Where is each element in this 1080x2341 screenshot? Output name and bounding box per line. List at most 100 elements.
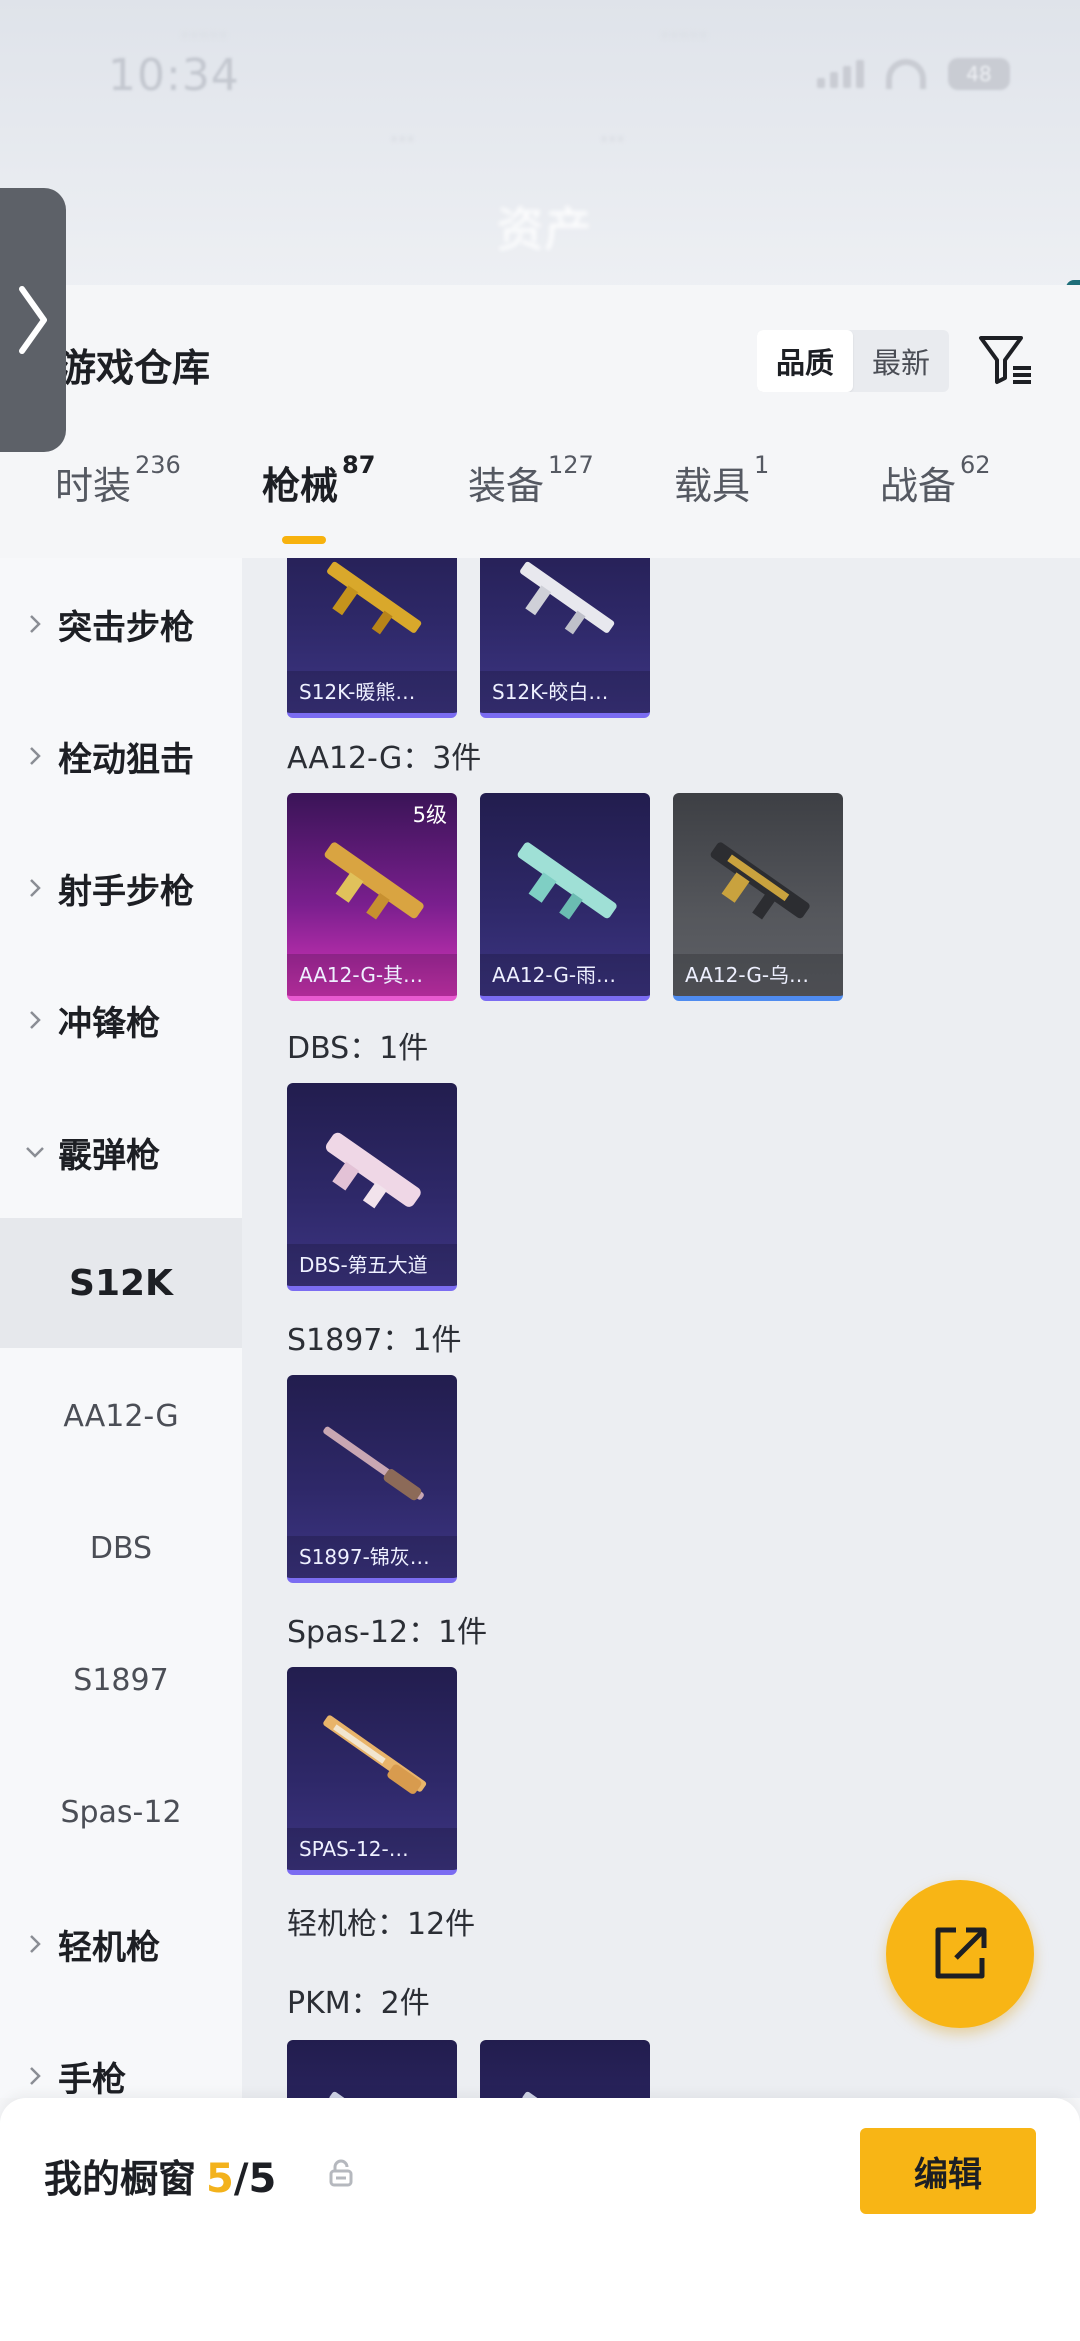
blurred-page-title: 资产	[496, 202, 593, 258]
item-card[interactable]: 5级 AA12-G-其…	[287, 793, 457, 1001]
item-list: S12K-暖熊… S12K-皎白… AA12-G：3件 5级 AA12-G-其……	[242, 558, 1080, 2098]
item-name: DBS-第五大道	[287, 1244, 457, 1286]
tab-label: 载具	[674, 464, 751, 508]
chevron-down-icon	[26, 1147, 44, 1158]
group-label: S1897：1件	[287, 1323, 462, 1358]
group-label: DBS：1件	[287, 1031, 429, 1066]
showcase-bar: 我的橱窗 5/5 编辑	[0, 2098, 1080, 2341]
edit-button[interactable]: 编辑	[860, 2128, 1036, 2214]
sidebar-subitem-aa12g[interactable]: AA12-G	[0, 1366, 242, 1466]
gun-image	[324, 842, 424, 920]
tab-vehicles[interactable]: 载具 1	[674, 451, 769, 545]
item-card[interactable]	[480, 2040, 650, 2098]
blurred-text: ···	[600, 125, 625, 155]
item-card[interactable]: S12K-暖熊…	[287, 558, 457, 718]
gun-image	[327, 561, 422, 635]
chevron-right-icon	[19, 286, 47, 354]
item-name: SPAS-12-…	[287, 1828, 457, 1870]
tab-label: 战备	[880, 464, 957, 508]
side-drawer-handle[interactable]	[0, 188, 66, 452]
tab-outfits[interactable]: 时装 236	[55, 451, 181, 545]
showcase-total: /5	[233, 2156, 277, 2202]
chevron-right-icon	[30, 2067, 41, 2085]
sidebar-item-label: 射手步枪	[58, 871, 194, 912]
tab-count: 236	[135, 451, 181, 479]
share-icon	[935, 1927, 987, 1979]
item-name: AA12-G-雨…	[480, 954, 650, 996]
gun-image	[323, 1715, 427, 1794]
item-name: S12K-皎白…	[480, 671, 650, 713]
filter-button[interactable]	[970, 325, 1040, 395]
gun-image	[520, 561, 615, 635]
sidebar-item-pistols[interactable]: 手枪	[0, 2026, 242, 2098]
gun-image	[329, 2091, 422, 2098]
showcase-current: 5	[206, 2156, 234, 2202]
tab-label: 装备	[468, 464, 545, 508]
group-label: 轻机枪：12件	[287, 1907, 476, 1942]
blurred-text: ·····	[660, 18, 708, 53]
sort-toggle: 品质 最新	[757, 330, 949, 392]
sidebar-item-label: 轻机枪	[58, 1927, 160, 1968]
gun-image	[325, 1132, 421, 1209]
category-tabs: 时装 236 枪械 87 装备 127 载具 1 战备 62	[0, 451, 1080, 555]
group-label: PKM：2件	[287, 1986, 430, 2021]
signal-icon	[817, 60, 864, 88]
tab-firearms[interactable]: 枪械 87	[262, 451, 375, 545]
item-card[interactable]: DBS-第五大道	[287, 1083, 457, 1291]
filter-icon	[979, 336, 1031, 384]
gun-image	[522, 2091, 615, 2098]
showcase-title: 我的橱窗 5/5	[44, 2148, 276, 2203]
lock-icon[interactable]	[328, 2158, 354, 2188]
tab-count: 1	[754, 451, 770, 479]
item-name: S12K-暖熊…	[287, 671, 457, 713]
sidebar-item-lmg[interactable]: 轻机枪	[0, 1894, 242, 1994]
blurred-text: ·····	[180, 18, 228, 53]
gun-image	[323, 1426, 424, 1501]
showcase-label: 我的橱窗	[44, 2157, 197, 2201]
item-card[interactable]: S12K-皎白…	[480, 558, 650, 718]
sidebar-item-assault-rifles[interactable]: 突击步枪	[0, 574, 242, 674]
tab-label: 枪械	[262, 464, 339, 508]
tab-equipment[interactable]: 装备 127	[468, 451, 594, 545]
sidebar-item-bolt-snipers[interactable]: 栓动狙击	[0, 706, 242, 806]
tab-count: 127	[548, 451, 594, 479]
item-name: AA12-G-其…	[287, 954, 457, 996]
battery-icon: 48	[948, 58, 1010, 90]
share-button[interactable]	[886, 1880, 1034, 2028]
blurred-backdrop: ····· ····· 10:34 48 ··· ··· 资产	[0, 0, 1080, 300]
item-card[interactable]: S1897-锦灰…	[287, 1375, 457, 1583]
sidebar-item-shotguns[interactable]: 霰弹枪	[0, 1102, 242, 1202]
active-tab-indicator	[282, 536, 326, 544]
item-card[interactable]	[287, 2040, 457, 2098]
item-card[interactable]: SPAS-12-…	[287, 1667, 457, 1875]
group-label: Spas-12：1件	[287, 1615, 488, 1650]
sort-quality-button[interactable]: 品质	[757, 330, 853, 392]
group-label: AA12-G：3件	[287, 741, 482, 776]
sidebar-subitem-spas12[interactable]: Spas-12	[0, 1762, 242, 1862]
item-name: AA12-G-乌…	[673, 954, 843, 996]
chevron-right-icon	[30, 747, 41, 765]
gun-image	[710, 842, 810, 920]
tab-gear[interactable]: 战备 62	[880, 451, 991, 545]
sidebar-subitem-s1897[interactable]: S1897	[0, 1630, 242, 1730]
page-title: 游戏仓库	[58, 346, 211, 390]
gun-image	[517, 842, 617, 920]
chevron-right-icon	[30, 1011, 41, 1029]
status-time: 10:34	[108, 50, 240, 101]
sidebar-subitem-dbs[interactable]: DBS	[0, 1498, 242, 1598]
sidebar-item-label: 霰弹枪	[58, 1135, 160, 1176]
sidebar: 突击步枪 栓动狙击 射手步枪 冲锋枪 霰弹枪 S12K AA12-G DBS S…	[0, 558, 242, 2098]
status-icons: 48	[817, 58, 1010, 90]
sidebar-item-label: 栓动狙击	[58, 739, 194, 780]
sidebar-subitem-s12k[interactable]: S12K	[0, 1218, 242, 1348]
tab-label: 时装	[55, 464, 132, 508]
item-card[interactable]: AA12-G-雨…	[480, 793, 650, 1001]
item-card[interactable]: AA12-G-乌…	[673, 793, 843, 1001]
sort-newest-button[interactable]: 最新	[853, 330, 949, 392]
sidebar-item-label: 手枪	[58, 2059, 126, 2099]
blurred-text: ···	[390, 125, 415, 155]
sidebar-item-smg[interactable]: 冲锋枪	[0, 970, 242, 1070]
sidebar-item-dmr[interactable]: 射手步枪	[0, 838, 242, 938]
sidebar-item-label: 冲锋枪	[58, 1003, 160, 1044]
tab-count: 62	[960, 451, 991, 479]
